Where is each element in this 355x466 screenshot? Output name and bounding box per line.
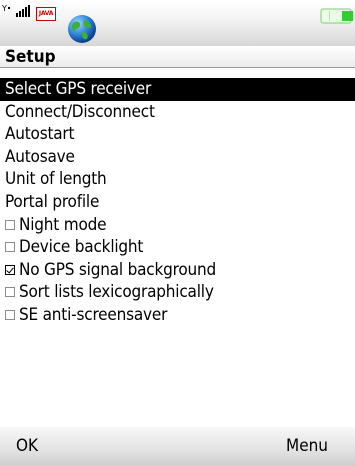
menu-item-label: Autostart xyxy=(5,124,75,145)
page-title: Setup xyxy=(5,47,56,67)
menu-item-label: Night mode xyxy=(19,214,107,235)
checkbox-checked[interactable] xyxy=(5,264,15,275)
svg-text:Y: Y xyxy=(2,4,7,13)
menu-item-connect-disconnect[interactable]: Connect/Disconnect xyxy=(0,101,355,124)
menu-item-label: SE anti-screensaver xyxy=(19,304,168,325)
menu-item-autostart[interactable]: Autostart xyxy=(0,123,355,146)
menu-item-se-anti-screensaver[interactable]: SE anti-screensaver xyxy=(0,304,355,327)
checkbox-unchecked[interactable] xyxy=(5,242,15,253)
menu-softkey[interactable]: Menu xyxy=(286,435,328,457)
menu-item-unit-of-length[interactable]: Unit of length xyxy=(0,168,355,191)
phone-screen: Y JAVA Setup Select GPS receiver Connect… xyxy=(0,0,355,466)
menu-item-night-mode[interactable]: Night mode xyxy=(0,214,355,237)
menu-item-label: Select GPS receiver xyxy=(5,79,152,99)
menu-item-label: Device backlight xyxy=(19,237,144,258)
menu-item-autosave[interactable]: Autosave xyxy=(0,146,355,169)
setup-menu-list: Select GPS receiver Connect/Disconnect Aut… xyxy=(0,78,355,327)
checkbox-unchecked[interactable] xyxy=(5,219,15,230)
menu-item-label: Sort lists lexicographically xyxy=(19,282,214,303)
menu-item-label: Connect/Disconnect xyxy=(5,101,155,122)
menu-item-select-gps-receiver[interactable]: Select GPS receiver xyxy=(0,78,355,101)
menu-item-label: Autosave xyxy=(5,146,75,167)
battery-icon xyxy=(320,8,353,24)
checkbox-unchecked[interactable] xyxy=(5,287,15,298)
java-icon: JAVA xyxy=(36,7,56,21)
title-bar: Setup xyxy=(0,46,355,68)
globe-icon xyxy=(68,15,96,43)
menu-item-sort-lists-lexicographically[interactable]: Sort lists lexicographically xyxy=(0,281,355,304)
menu-item-no-gps-signal-background[interactable]: No GPS signal background xyxy=(0,259,355,282)
ok-softkey[interactable]: OK xyxy=(16,435,38,457)
status-bar: Y JAVA xyxy=(0,0,355,46)
softkey-bar: OK Menu xyxy=(0,427,355,466)
menu-item-device-backlight[interactable]: Device backlight xyxy=(0,236,355,259)
menu-item-label: Portal profile xyxy=(5,191,100,212)
menu-item-label: No GPS signal background xyxy=(19,259,217,280)
checkbox-unchecked[interactable] xyxy=(5,309,15,320)
menu-item-portal-profile[interactable]: Portal profile xyxy=(0,191,355,214)
menu-item-label: Unit of length xyxy=(5,169,107,190)
